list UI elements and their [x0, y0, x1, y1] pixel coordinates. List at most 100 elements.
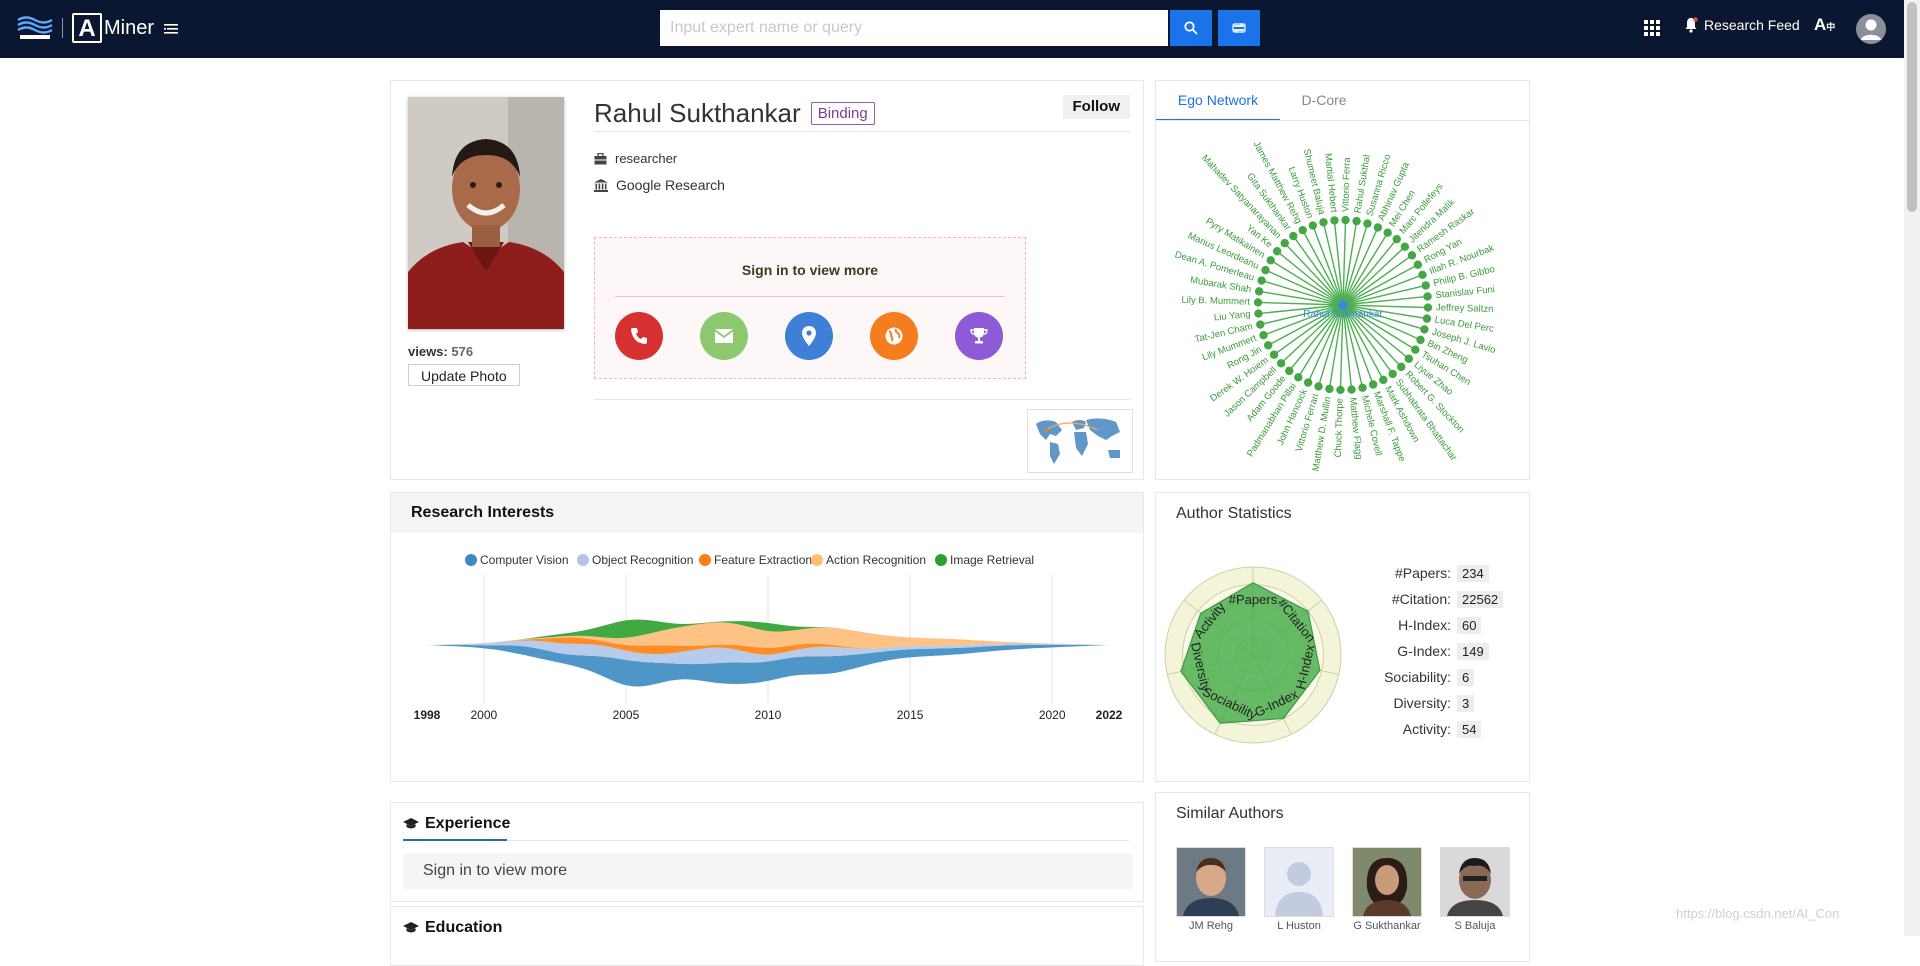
world-map-thumbnail[interactable] — [1027, 409, 1133, 473]
legend-swatch — [935, 554, 947, 566]
contact-signin-link[interactable]: Sign in to view more — [595, 262, 1025, 278]
ego-network-graph[interactable]: Vittorio Ferra Rahul SukthalSusanna Ricco… — [1156, 123, 1529, 479]
x-tick-label: 2015 — [897, 708, 924, 722]
ego-node[interactable] — [1319, 218, 1328, 227]
legend-swatch — [811, 554, 823, 566]
ego-node[interactable] — [1330, 216, 1339, 225]
ego-node[interactable] — [1413, 260, 1423, 269]
research-interests-chart[interactable]: Computer Vision Object Recognition Feature… — [391, 535, 1143, 781]
ego-node[interactable] — [1379, 375, 1388, 385]
ego-node[interactable] — [1420, 325, 1429, 334]
ego-node[interactable] — [1269, 350, 1279, 359]
legend-label[interactable]: Object Recognition — [592, 553, 693, 567]
phone-button[interactable] — [615, 312, 663, 360]
research-feed-link[interactable]: Research Feed — [1684, 17, 1800, 33]
ego-node[interactable] — [1257, 276, 1266, 285]
ego-node[interactable] — [1416, 335, 1425, 345]
organization-logo-icon[interactable] — [16, 14, 54, 42]
ego-node[interactable] — [1418, 270, 1427, 280]
ego-node[interactable] — [1347, 385, 1356, 394]
ego-node[interactable] — [1383, 228, 1392, 237]
ego-node[interactable] — [1392, 234, 1401, 244]
language-toggle-icon[interactable]: A中 — [1814, 15, 1835, 35]
ego-node[interactable] — [1397, 362, 1406, 372]
ego-node[interactable] — [1422, 314, 1432, 323]
ego-node[interactable] — [1253, 298, 1263, 307]
similar-author-3[interactable]: G Sukthankar — [1352, 847, 1422, 932]
stat-value: 149 — [1457, 642, 1489, 660]
search-icon — [1184, 21, 1198, 35]
ego-node[interactable] — [1261, 265, 1270, 275]
tab-ego-network[interactable]: Ego Network — [1156, 81, 1280, 121]
ego-node[interactable] — [1411, 345, 1420, 354]
ego-node[interactable] — [1285, 366, 1294, 376]
legend-label[interactable]: Action Recognition — [826, 553, 926, 567]
location-button[interactable] — [785, 312, 833, 360]
experience-underline — [403, 839, 507, 841]
ego-node[interactable] — [1303, 378, 1313, 387]
ego-node[interactable] — [1308, 221, 1318, 230]
ego-node[interactable] — [1276, 359, 1286, 368]
ego-node[interactable] — [1280, 238, 1289, 248]
ego-node[interactable] — [1263, 341, 1273, 350]
ego-node-label[interactable]: Jeffrey Saltzn — [1436, 302, 1494, 315]
ego-node[interactable] — [1254, 287, 1264, 296]
ego-node[interactable] — [1423, 303, 1433, 312]
binding-badge[interactable]: Binding — [810, 101, 875, 125]
switch-search-button[interactable] — [1218, 10, 1260, 46]
legend-label[interactable]: Image Retrieval — [950, 553, 1034, 567]
ego-node[interactable] — [1272, 247, 1282, 256]
ego-node[interactable] — [1259, 330, 1268, 340]
ego-node[interactable] — [1266, 256, 1275, 265]
ego-node[interactable] — [1404, 354, 1414, 363]
awards-button[interactable] — [955, 312, 1003, 360]
ego-node[interactable] — [1421, 281, 1430, 290]
email-button[interactable] — [700, 312, 748, 360]
ego-node-label[interactable]: Lily B. Mummert — [1181, 295, 1250, 308]
experience-signin-link[interactable]: Sign in to view more — [403, 853, 1133, 889]
homepage-button[interactable] — [870, 312, 918, 360]
ego-node[interactable] — [1298, 225, 1307, 235]
stat-row: H-Index: 60 — [1356, 615, 1516, 635]
ego-node[interactable] — [1352, 216, 1361, 226]
education-title: Education — [425, 919, 503, 936]
ego-node-label[interactable]: Chuck Thorpe — [1333, 398, 1346, 458]
aminer-logo[interactable]: A Miner — [72, 12, 154, 44]
ego-node[interactable] — [1256, 320, 1265, 329]
ego-node-label[interactable]: Vittorio Ferra — [1340, 156, 1353, 212]
ego-node[interactable] — [1407, 251, 1417, 260]
ego-node[interactable] — [1373, 223, 1383, 232]
ego-node-label[interactable]: Liu Yang — [1213, 309, 1251, 324]
ego-node[interactable] — [1388, 369, 1397, 379]
similar-author-4[interactable]: S Baluja — [1440, 847, 1510, 932]
similar-author-2[interactable]: L Huston — [1264, 847, 1334, 932]
update-photo-button[interactable]: Update Photo — [408, 364, 520, 386]
ego-node[interactable] — [1314, 382, 1323, 391]
ego-node[interactable] — [1363, 219, 1372, 228]
ego-node[interactable] — [1358, 383, 1367, 392]
similar-author-1[interactable]: JM Rehg — [1176, 847, 1246, 932]
ego-node[interactable] — [1294, 373, 1303, 382]
tab-d-core[interactable]: D-Core — [1280, 81, 1368, 121]
ego-node[interactable] — [1325, 384, 1334, 394]
experience-title: Experience — [425, 815, 511, 832]
page-scrollbar-thumb[interactable] — [1907, 2, 1917, 212]
stat-label: Sociability: — [1384, 669, 1451, 685]
search-input[interactable] — [660, 10, 1168, 46]
ego-node[interactable] — [1400, 242, 1410, 251]
legend-label[interactable]: Computer Vision — [480, 553, 569, 567]
search-button[interactable] — [1170, 10, 1212, 46]
ego-node[interactable] — [1254, 309, 1263, 318]
user-avatar-icon[interactable] — [1856, 14, 1886, 44]
ego-node[interactable] — [1368, 380, 1378, 389]
follow-button[interactable]: Follow — [1062, 95, 1130, 119]
ego-node[interactable] — [1289, 231, 1298, 241]
ego-node[interactable] — [1336, 385, 1345, 395]
similar-author-photo — [1440, 847, 1510, 917]
ego-node[interactable] — [1341, 215, 1350, 225]
apps-grid-icon[interactable] — [1644, 20, 1660, 36]
legend-label[interactable]: Feature Extraction — [714, 553, 812, 567]
ego-node[interactable] — [1423, 292, 1432, 301]
affiliation-text: Google Research — [616, 177, 725, 193]
menu-icon[interactable] — [164, 22, 178, 36]
